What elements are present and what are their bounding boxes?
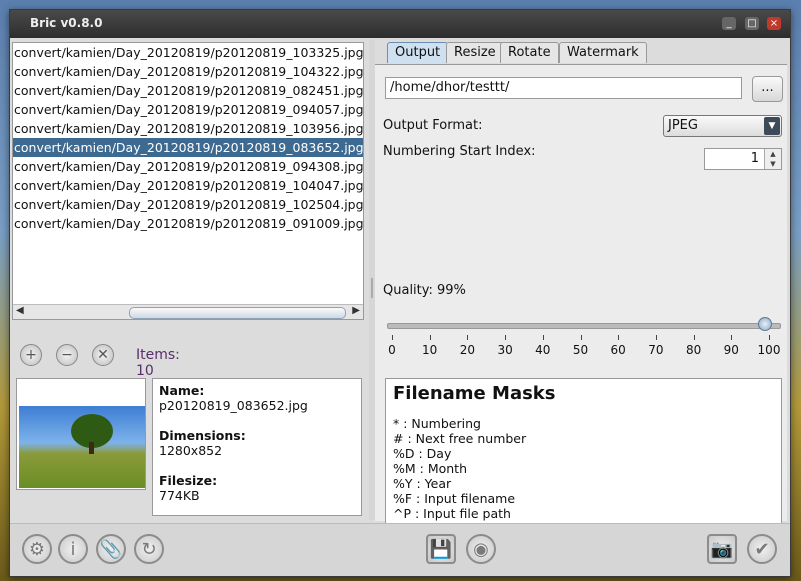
camera-icon[interactable]: 📷 <box>707 534 737 564</box>
slider-tick-mark <box>655 335 657 340</box>
quality-slider[interactable] <box>387 323 781 329</box>
filename-masks-panel: Filename Masks * : Numbering # : Next fre… <box>385 378 782 528</box>
refresh-icon[interactable]: ↻ <box>134 534 164 564</box>
masks-title: Filename Masks <box>393 383 556 404</box>
items-count: Items: 10 <box>136 347 180 379</box>
slider-tick-mark <box>392 335 393 340</box>
image-preview <box>16 378 146 490</box>
mask-row: %D : Day <box>393 446 452 461</box>
mask-row: ^P : Input file path <box>393 506 511 521</box>
mask-row: %Y : Year <box>393 476 452 491</box>
dimensions-key: Dimensions: <box>159 428 246 443</box>
add-file-icon[interactable]: + <box>20 344 42 366</box>
bottom-toolbar: ⚙ i 📎 ↻ 💾 ◉ 📷 ✔ <box>10 523 790 576</box>
slider-tick-label: 100 <box>757 343 781 357</box>
scroll-right-icon[interactable]: ▶ <box>352 305 360 316</box>
scrollbar-thumb[interactable] <box>129 307 346 319</box>
file-list-item[interactable]: convert/kamien/Day_20120819/p20120819_09… <box>13 100 363 119</box>
mask-row: %M : Month <box>393 461 467 476</box>
spin-down-icon[interactable]: ▼ <box>765 159 781 169</box>
app-window: Bric v0.8.0 _ □ × convert/kamien/Day_201… <box>9 9 791 577</box>
minimize-button[interactable]: _ <box>722 17 736 30</box>
slider-tick-mark <box>769 335 770 340</box>
slider-tick-mark <box>580 335 582 340</box>
filesize-value: 774KB <box>159 488 200 503</box>
file-list-item[interactable]: convert/kamien/Day_20120819/p20120819_08… <box>13 138 363 157</box>
info-icon[interactable]: i <box>58 534 88 564</box>
browse-button[interactable]: ... <box>752 76 783 102</box>
dimensions-value: 1280x852 <box>159 443 223 458</box>
tab-rotate[interactable]: Rotate <box>500 42 559 63</box>
mask-row: # : Next free number <box>393 431 527 446</box>
slider-tick-label: 40 <box>535 343 551 357</box>
settings-icon[interactable]: ⚙ <box>22 534 52 564</box>
file-list-item[interactable]: convert/kamien/Day_20120819/p20120819_10… <box>13 195 363 214</box>
slider-tick-mark <box>542 335 544 340</box>
disc-icon[interactable]: ◉ <box>466 534 496 564</box>
file-list-item[interactable]: convert/kamien/Day_20120819/p20120819_09… <box>13 214 363 233</box>
tab-output[interactable]: Output <box>387 42 449 63</box>
slider-tick-mark <box>618 335 620 340</box>
slider-tick-mark <box>693 335 695 340</box>
slider-tick-mark <box>731 335 733 340</box>
chevron-down-icon[interactable]: ▼ <box>764 117 780 135</box>
numbering-value: 1 <box>750 151 759 166</box>
file-list-item[interactable]: convert/kamien/Day_20120819/p20120819_10… <box>13 43 363 62</box>
spin-up-icon[interactable]: ▲ <box>765 149 781 159</box>
slider-tick-mark <box>505 335 507 340</box>
numbering-spinbox[interactable]: 1 ▲ ▼ <box>704 148 782 170</box>
scroll-left-icon[interactable]: ◀ <box>16 305 24 316</box>
output-format-select[interactable]: JPEG ▼ <box>663 115 782 137</box>
attach-icon[interactable]: 📎 <box>96 534 126 564</box>
numbering-label: Numbering Start Index: <box>383 144 536 159</box>
horizontal-scrollbar[interactable]: ◀ ▶ <box>13 304 363 319</box>
window-title: Bric v0.8.0 <box>30 16 103 30</box>
slider-tick-label: 0 <box>388 343 396 357</box>
file-list-item[interactable]: convert/kamien/Day_20120819/p20120819_10… <box>13 62 363 81</box>
output-tab-panel: /home/dhor/testtt/ ... Output Format: JP… <box>375 64 787 528</box>
slider-tick-label: 50 <box>572 343 589 357</box>
tab-resize[interactable]: Resize <box>446 42 504 63</box>
quality-slider-ticks: 0 10 20 30 40 50 60 70 80 90 100 <box>375 335 787 365</box>
maximize-button[interactable]: □ <box>745 17 759 30</box>
close-button[interactable]: × <box>767 17 781 30</box>
output-directory-input[interactable]: /home/dhor/testtt/ <box>385 77 742 99</box>
save-icon[interactable]: 💾 <box>426 534 456 564</box>
slider-tick-label: 90 <box>723 343 739 357</box>
slider-tick-mark <box>429 335 431 340</box>
remove-file-icon[interactable]: − <box>56 344 78 366</box>
slider-tick-mark <box>467 335 469 340</box>
mask-row: %F : Input filename <box>393 491 516 506</box>
slider-tick-label: 60 <box>610 343 626 357</box>
ok-icon[interactable]: ✔ <box>747 534 777 564</box>
clear-list-icon[interactable]: ✕ <box>92 344 114 366</box>
slider-tick-label: 20 <box>459 343 476 357</box>
file-list-item[interactable]: convert/kamien/Day_20120819/p20120819_10… <box>13 119 363 138</box>
mask-row: * : Numbering <box>393 416 481 431</box>
file-list-item[interactable]: convert/kamien/Day_20120819/p20120819_08… <box>13 81 363 100</box>
name-key: Name: <box>159 383 205 398</box>
slider-tick-label: 10 <box>422 343 438 357</box>
slider-tick-label: 30 <box>497 343 513 357</box>
name-value: p20120819_083652.jpg <box>159 398 308 413</box>
quality-label: Quality: 99% <box>383 283 466 298</box>
filesize-key: Filesize: <box>159 473 218 488</box>
slider-tick-label: 80 <box>685 343 702 357</box>
preview-photo <box>19 406 145 488</box>
slider-tick-label: 70 <box>648 343 664 357</box>
titlebar: Bric v0.8.0 _ □ × <box>10 10 790 38</box>
file-info-panel: Name: p20120819_083652.jpg Dimensions: 1… <box>152 378 362 516</box>
output-format-label: Output Format: <box>383 118 483 133</box>
file-list[interactable]: convert/kamien/Day_20120819/p20120819_10… <box>12 42 364 320</box>
file-list-item[interactable]: convert/kamien/Day_20120819/p20120819_09… <box>13 157 363 176</box>
output-format-value: JPEG <box>668 118 698 133</box>
file-list-item[interactable]: convert/kamien/Day_20120819/p20120819_10… <box>13 176 363 195</box>
tab-watermark[interactable]: Watermark <box>559 42 647 63</box>
